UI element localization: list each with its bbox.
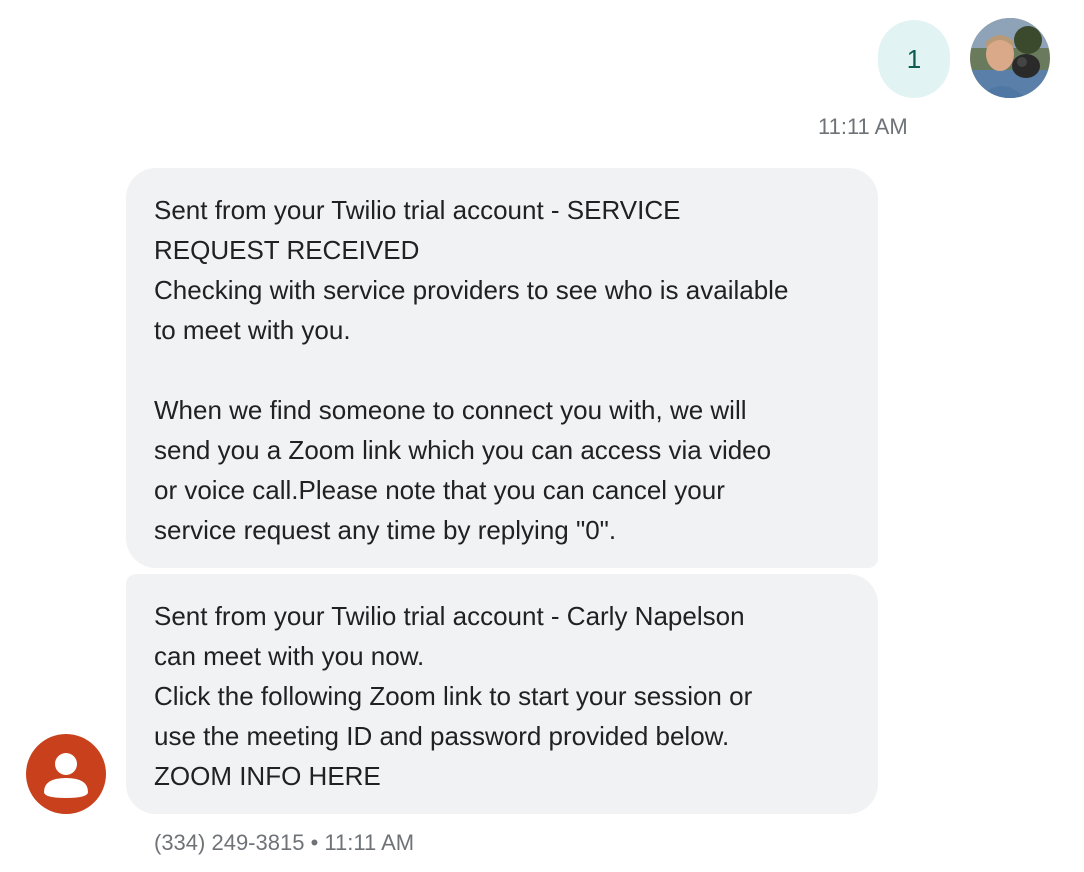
sender-avatar[interactable] [26,734,106,814]
meta-separator: • [310,830,319,855]
message-line: When we find someone to connect you with… [154,395,747,425]
message-line: can meet with you now. [154,641,425,671]
incoming-message-meta: (334) 249-3815 • 11:11 AM [154,830,414,856]
message-line: Sent from your Twilio trial account - SE… [154,195,681,225]
message-line: Click the following Zoom link to start y… [154,681,753,711]
user-photo-avatar-icon [970,18,1050,98]
message-line: use the meeting ID and password provided… [154,721,730,751]
message-line: to meet with you. [154,315,351,345]
message-line: or voice call.Please note that you can c… [154,475,725,505]
message-line: REQUEST RECEIVED [154,235,420,265]
outgoing-timestamp: 11:11 AM [818,114,908,139]
outgoing-message-text: 1 [906,43,922,74]
sender-phone: (334) 249-3815 [154,830,305,855]
message-line: Sent from your Twilio trial account - Ca… [154,601,745,631]
incoming-message-bubble[interactable]: Sent from your Twilio trial account - Ca… [126,574,878,814]
person-icon [44,753,88,798]
self-avatar[interactable] [970,18,1050,98]
message-line: Checking with service providers to see w… [154,275,789,305]
outgoing-message-bubble[interactable]: 1 [878,20,950,98]
incoming-message-bubble[interactable]: Sent from your Twilio trial account - SE… [126,168,878,568]
message-line [154,350,854,390]
message-line: ZOOM INFO HERE [154,761,381,791]
message-line: service request any time by replying "0"… [154,515,617,545]
incoming-timestamp: 11:11 AM [324,830,415,855]
message-line: send you a Zoom link which you can acces… [154,435,772,465]
